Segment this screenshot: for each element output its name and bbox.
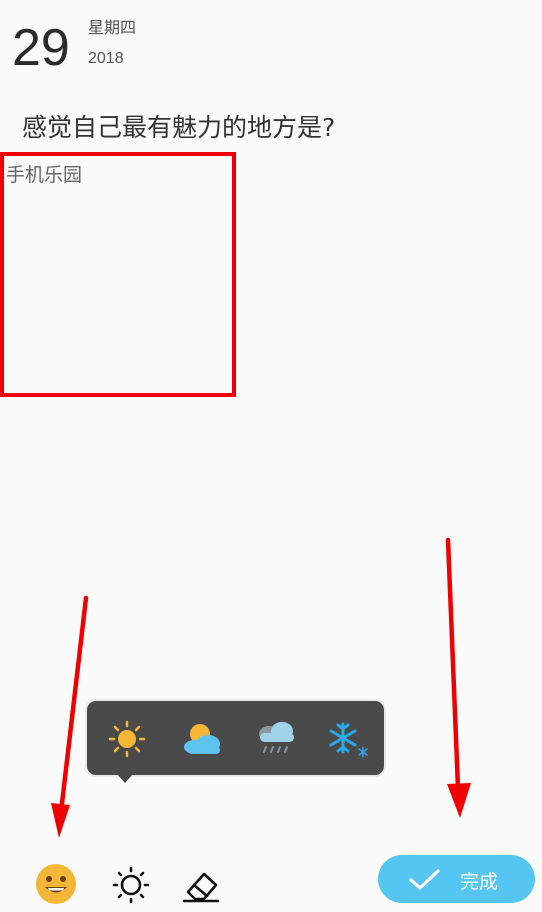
annotation-arrows [51, 537, 471, 838]
arrow-to-done-button [445, 537, 471, 818]
arrow-to-mood-icon [51, 595, 89, 838]
